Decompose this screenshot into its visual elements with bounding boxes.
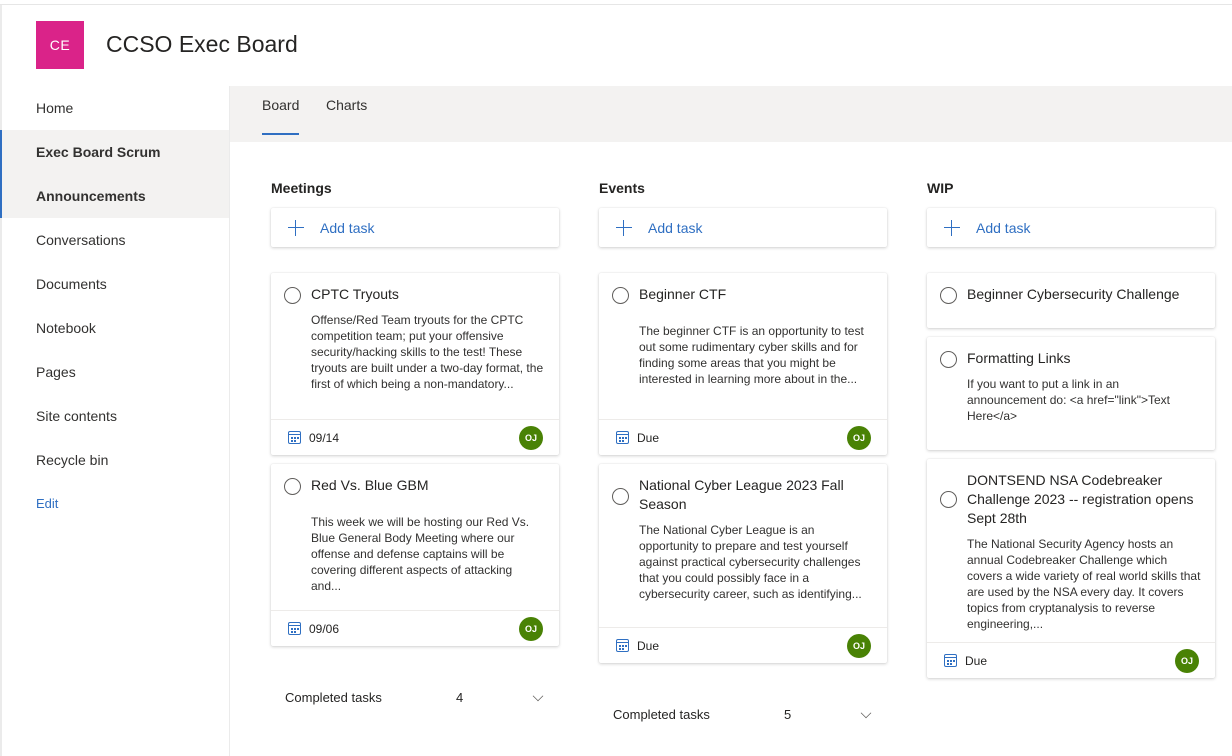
calendar-icon bbox=[288, 622, 301, 635]
complete-task-radio[interactable] bbox=[612, 488, 629, 505]
assignee-avatar[interactable]: OJ bbox=[1175, 649, 1199, 673]
complete-task-radio[interactable] bbox=[284, 478, 301, 495]
complete-task-radio[interactable] bbox=[940, 287, 957, 304]
task-footer: Due OJ bbox=[927, 642, 1215, 678]
sidebar-edit-link[interactable]: Edit bbox=[2, 482, 229, 526]
bucket-events: Events Add task Beginner CTF The beginne… bbox=[599, 180, 887, 722]
plus-icon bbox=[616, 219, 632, 236]
task-title: Beginner CTF bbox=[639, 286, 727, 302]
site-title[interactable]: CCSO Exec Board bbox=[106, 31, 298, 58]
tab-board[interactable]: Board bbox=[262, 97, 300, 135]
task-description: Offense/Red Team tryouts for the CPTC co… bbox=[311, 313, 544, 391]
sidebar-item-recycle-bin[interactable]: Recycle bin bbox=[2, 438, 229, 482]
completed-tasks-label: Completed tasks bbox=[285, 690, 382, 705]
calendar-icon bbox=[616, 639, 629, 652]
bucket-title[interactable]: WIP bbox=[927, 180, 1215, 208]
due-date: Due bbox=[637, 638, 660, 653]
completed-tasks-count: 4 bbox=[456, 690, 464, 705]
due-date: Due bbox=[965, 653, 988, 668]
complete-task-radio[interactable] bbox=[284, 287, 301, 304]
sidebar-item-exec-board-scrum[interactable]: Exec Board Scrum bbox=[0, 130, 229, 174]
sidebar-item-documents[interactable]: Documents bbox=[2, 262, 229, 306]
due-date: Due bbox=[637, 430, 660, 445]
sidebar-item-site-contents[interactable]: Site contents bbox=[2, 394, 229, 438]
task-footer: 09/14 OJ bbox=[271, 419, 559, 455]
task-title: CPTC Tryouts bbox=[311, 286, 399, 302]
complete-task-radio[interactable] bbox=[940, 491, 957, 508]
add-task-button[interactable]: Add task bbox=[271, 208, 559, 247]
calendar-icon bbox=[616, 431, 629, 444]
task-description: If you want to put a link in an announce… bbox=[967, 377, 1170, 423]
task-card[interactable]: National Cyber League 2023 Fall Season T… bbox=[599, 464, 887, 663]
task-card[interactable]: CPTC Tryouts Offense/Red Team tryouts fo… bbox=[271, 273, 559, 455]
sidebar-item-notebook[interactable]: Notebook bbox=[2, 306, 229, 350]
assignee-avatar[interactable]: OJ bbox=[847, 426, 871, 450]
task-card[interactable]: Formatting Links If you want to put a li… bbox=[927, 337, 1215, 450]
add-task-button[interactable]: Add task bbox=[927, 208, 1215, 247]
completed-tasks-count: 5 bbox=[784, 707, 792, 722]
add-task-label: Add task bbox=[320, 219, 375, 236]
task-description: The National Security Agency hosts an an… bbox=[967, 537, 1201, 631]
bucket-title[interactable]: Meetings bbox=[271, 180, 559, 208]
task-title: Beginner Cybersecurity Challenge bbox=[967, 286, 1180, 302]
add-task-button[interactable]: Add task bbox=[599, 208, 887, 247]
chevron-down-icon bbox=[860, 707, 872, 719]
tab-bar: Board Charts bbox=[230, 86, 1232, 142]
task-card[interactable]: Beginner CTF The beginner CTF is an oppo… bbox=[599, 273, 887, 455]
calendar-icon bbox=[288, 431, 301, 444]
sidebar-item-pages[interactable]: Pages bbox=[2, 350, 229, 394]
task-footer: Due OJ bbox=[599, 419, 887, 455]
sidebar-nav: Home Exec Board Scrum Announcements Conv… bbox=[0, 86, 230, 756]
sidebar-item-announcements[interactable]: Announcements bbox=[0, 174, 229, 218]
task-card[interactable]: Beginner Cybersecurity Challenge bbox=[927, 273, 1215, 328]
task-footer: 09/06 OJ bbox=[271, 610, 559, 646]
complete-task-radio[interactable] bbox=[612, 287, 629, 304]
bucket-title[interactable]: Events bbox=[599, 180, 887, 208]
assignee-avatar[interactable]: OJ bbox=[519, 617, 543, 641]
sidebar-item-home[interactable]: Home bbox=[2, 86, 229, 130]
completed-tasks-toggle[interactable]: Completed tasks 4 bbox=[285, 690, 545, 710]
completed-tasks-toggle[interactable]: Completed tasks 5 bbox=[613, 707, 873, 727]
completed-tasks-label: Completed tasks bbox=[613, 707, 710, 722]
task-title: Red Vs. Blue GBM bbox=[311, 477, 429, 493]
assignee-avatar[interactable]: OJ bbox=[847, 634, 871, 658]
tab-charts[interactable]: Charts bbox=[326, 97, 367, 127]
task-card[interactable]: Red Vs. Blue GBM This week we will be ho… bbox=[271, 464, 559, 646]
add-task-label: Add task bbox=[648, 219, 703, 236]
chevron-down-icon bbox=[532, 690, 544, 702]
task-description: The beginner CTF is an opportunity to te… bbox=[639, 324, 864, 386]
due-date: 09/14 bbox=[309, 430, 340, 445]
bucket-meetings: Meetings Add task CPTC Tryouts Offense/R… bbox=[271, 180, 559, 705]
task-footer: Due OJ bbox=[599, 627, 887, 663]
task-card[interactable]: DONTSEND NSA Codebreaker Challenge 2023 … bbox=[927, 459, 1215, 678]
task-title: Formatting Links bbox=[967, 350, 1071, 366]
task-title: DONTSEND NSA Codebreaker Challenge 2023 … bbox=[967, 472, 1194, 526]
plus-icon bbox=[288, 219, 304, 236]
calendar-icon bbox=[944, 654, 957, 667]
sidebar-item-conversations[interactable]: Conversations bbox=[2, 218, 229, 262]
task-title: National Cyber League 2023 Fall Season bbox=[639, 477, 844, 512]
site-header: CE CCSO Exec Board bbox=[0, 5, 1232, 86]
plus-icon bbox=[944, 219, 960, 236]
bucket-wip: WIP Add task Beginner Cybersecurity Chal… bbox=[927, 180, 1215, 678]
complete-task-radio[interactable] bbox=[940, 351, 957, 368]
assignee-avatar[interactable]: OJ bbox=[519, 426, 543, 450]
task-description: This week we will be hosting our Red Vs.… bbox=[311, 515, 530, 593]
site-logo[interactable]: CE bbox=[36, 21, 84, 69]
due-date: 09/06 bbox=[309, 621, 340, 636]
task-description: The National Cyber League is an opportun… bbox=[639, 523, 862, 601]
add-task-label: Add task bbox=[976, 219, 1031, 236]
